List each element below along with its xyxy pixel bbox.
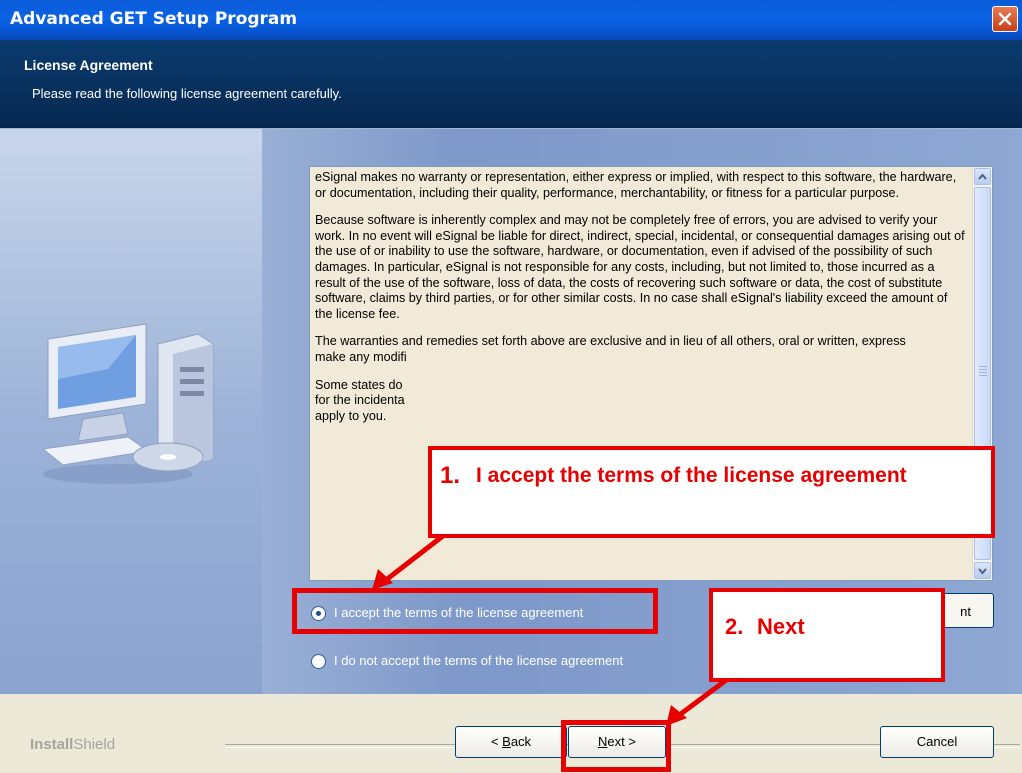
next-highlight bbox=[561, 720, 671, 772]
page-subtitle: Please read the following license agreem… bbox=[32, 86, 342, 101]
license-paragraph: The warranties and remedies set forth ab… bbox=[315, 334, 906, 349]
back-button[interactable]: < Back bbox=[455, 726, 567, 758]
back-mnemonic: B bbox=[502, 734, 511, 749]
page-title: License Agreement bbox=[24, 57, 153, 73]
license-text: eSignal makes no warranty or representat… bbox=[315, 170, 967, 436]
callout-step-1-number: 1. bbox=[440, 462, 461, 489]
brand-part: Install bbox=[30, 736, 74, 753]
license-paragraph: eSignal makes no warranty or representat… bbox=[315, 170, 957, 200]
license-paragraph: for the incidenta bbox=[315, 393, 405, 408]
title-bar[interactable]: Advanced GET Setup Program bbox=[0, 0, 1022, 40]
callout-step-2-text: Next bbox=[757, 614, 805, 639]
callout-step-1-text: I accept the terms of the license agreem… bbox=[476, 464, 907, 487]
callout-step-1: 1. I accept the terms of the license agr… bbox=[428, 446, 995, 538]
window-title: Advanced GET Setup Program bbox=[10, 9, 298, 29]
wizard-footer: InstallShield < Back Next > Cancel bbox=[0, 694, 1022, 773]
license-paragraph: apply to you. bbox=[315, 408, 387, 423]
scroll-up-button[interactable] bbox=[974, 168, 991, 185]
close-icon bbox=[998, 12, 1012, 26]
callout-step-2-number: 2. bbox=[725, 614, 744, 639]
brand-part: Shield bbox=[73, 736, 116, 753]
accept-highlight bbox=[292, 588, 658, 634]
license-paragraph: Because software is inherently complex a… bbox=[315, 213, 965, 321]
back-prefix: < bbox=[490, 734, 503, 749]
installshield-logo: InstallShield bbox=[30, 736, 115, 753]
scroll-down-button[interactable] bbox=[974, 562, 991, 579]
license-paragraph: Some states do bbox=[315, 377, 403, 392]
computer-setup-icon bbox=[41, 323, 214, 484]
license-paragraph: make any modifi bbox=[315, 349, 407, 364]
close-button[interactable] bbox=[992, 6, 1018, 32]
chevron-up-icon bbox=[978, 173, 987, 180]
side-panel bbox=[0, 129, 262, 694]
callout-step-2: 2. Next bbox=[709, 588, 945, 682]
chevron-down-icon bbox=[978, 568, 987, 575]
cancel-button[interactable]: Cancel bbox=[880, 726, 994, 758]
back-rest: ack bbox=[510, 734, 532, 749]
grip-icon bbox=[979, 366, 987, 378]
decline-label[interactable]: I do not accept the terms of the license… bbox=[334, 653, 623, 668]
setup-window: Advanced GET Setup Program License Agree… bbox=[0, 0, 1022, 773]
wizard-header: License Agreement Please read the follow… bbox=[0, 40, 1022, 129]
decline-radio[interactable] bbox=[311, 654, 326, 669]
